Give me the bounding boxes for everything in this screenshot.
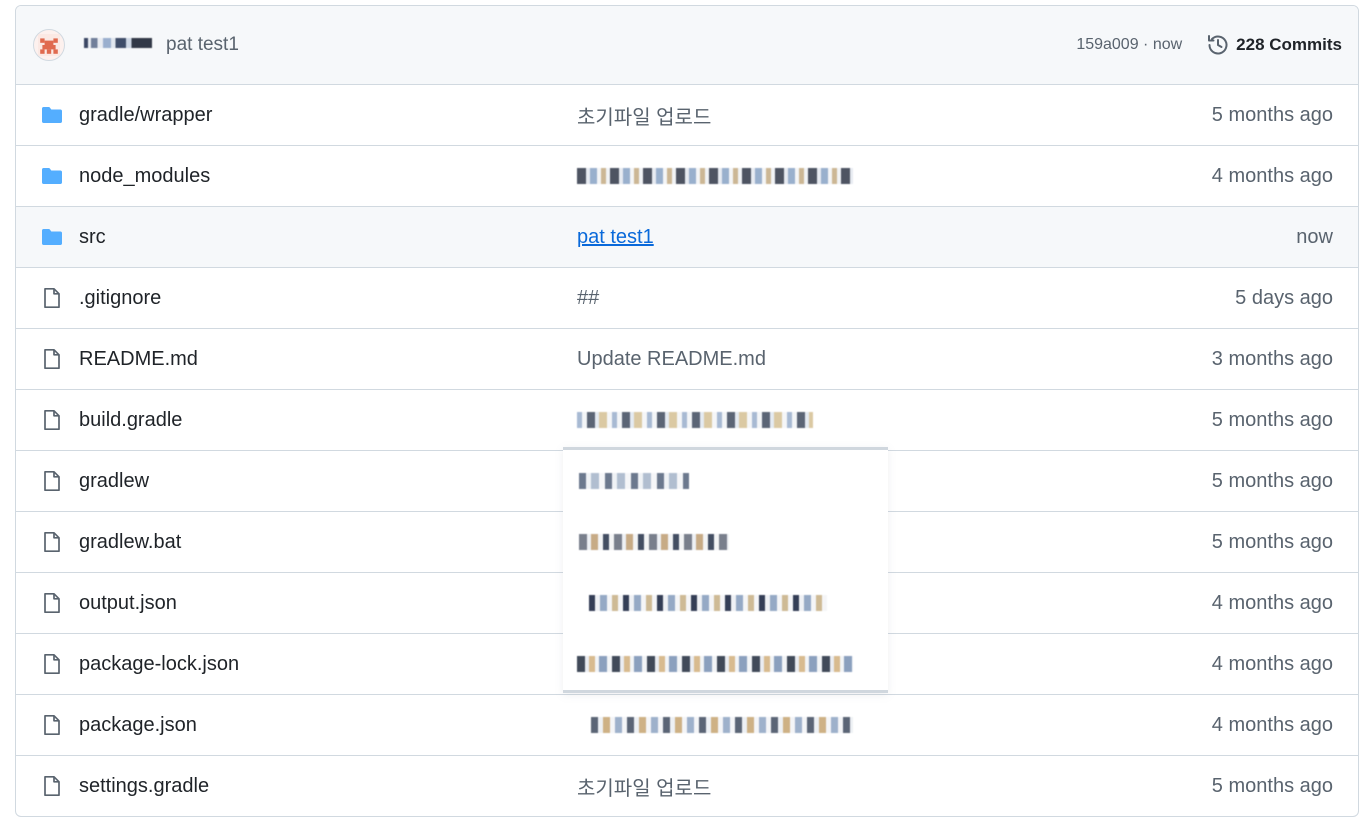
file-name[interactable]: gradle/wrapper bbox=[79, 104, 212, 127]
file-icon bbox=[44, 714, 60, 736]
table-row[interactable]: node_modules 4 months ago bbox=[16, 145, 1358, 206]
commit-message-link[interactable]: pat test1 bbox=[577, 226, 654, 249]
table-row[interactable]: build.gradle 5 months ago bbox=[16, 389, 1358, 450]
file-icon bbox=[44, 470, 60, 492]
table-row[interactable]: src pat test1 now bbox=[16, 206, 1358, 267]
file-name[interactable]: gradlew bbox=[79, 470, 149, 493]
commit-age: 3 months ago bbox=[1211, 347, 1333, 370]
file-icon bbox=[44, 775, 60, 797]
commit-message[interactable]: 초기파일 업로드 bbox=[577, 101, 711, 130]
popup-item[interactable] bbox=[563, 511, 888, 572]
commit-age: 4 months ago bbox=[1211, 164, 1333, 187]
file-name[interactable]: node_modules bbox=[79, 165, 210, 188]
commit-message[interactable]: Update README.md bbox=[577, 348, 766, 371]
file-icon bbox=[44, 348, 60, 370]
folder-icon bbox=[42, 229, 62, 245]
table-row[interactable]: .gitignore ## 5 days ago bbox=[16, 267, 1358, 328]
commit-sha-time[interactable]: 159a009 · now bbox=[1076, 36, 1182, 54]
file-name[interactable]: output.json bbox=[79, 592, 177, 615]
commit-age: 5 months ago bbox=[1211, 774, 1333, 797]
folder-icon bbox=[42, 168, 62, 184]
file-name[interactable]: settings.gradle bbox=[79, 775, 209, 798]
file-icon bbox=[44, 287, 60, 309]
commit-author-redacted[interactable] bbox=[84, 38, 152, 48]
avatar[interactable] bbox=[33, 29, 65, 61]
file-name[interactable]: package.json bbox=[79, 714, 197, 737]
commits-count-label: 228 Commits bbox=[1236, 35, 1342, 54]
file-icon bbox=[44, 531, 60, 553]
popup-item-redacted bbox=[577, 655, 853, 672]
popup-item[interactable] bbox=[563, 450, 888, 511]
commit-age: 5 months ago bbox=[1211, 103, 1333, 126]
commit-age: 4 months ago bbox=[1211, 713, 1333, 736]
file-list-container: pat test1 159a009 · now 228 Commits grad… bbox=[15, 5, 1359, 817]
file-icon bbox=[44, 653, 60, 675]
popup-item[interactable] bbox=[563, 572, 888, 633]
commit-age: 4 months ago bbox=[1211, 591, 1333, 614]
file-name[interactable]: gradlew.bat bbox=[79, 531, 181, 554]
file-name[interactable]: README.md bbox=[79, 348, 198, 371]
file-name[interactable]: .gitignore bbox=[79, 287, 161, 310]
commit-age: 5 months ago bbox=[1211, 408, 1333, 431]
latest-commit-message[interactable]: pat test1 bbox=[166, 34, 239, 56]
popup-item[interactable] bbox=[563, 633, 888, 694]
history-icon bbox=[1208, 35, 1228, 55]
latest-commit-bar: pat test1 159a009 · now 228 Commits bbox=[16, 6, 1358, 85]
commit-message-redacted[interactable] bbox=[577, 168, 853, 184]
commit-age: 5 months ago bbox=[1211, 530, 1333, 553]
folder-icon bbox=[42, 107, 62, 123]
commit-age: 5 days ago bbox=[1235, 286, 1333, 309]
popup-item-redacted bbox=[579, 472, 689, 489]
commit-message-redacted[interactable] bbox=[591, 717, 853, 733]
commit-message[interactable]: 초기파일 업로드 bbox=[577, 772, 711, 801]
table-row[interactable]: README.md Update README.md 3 months ago bbox=[16, 328, 1358, 389]
popup-item-redacted bbox=[589, 594, 827, 611]
file-icon bbox=[44, 592, 60, 614]
commit-age: 4 months ago bbox=[1211, 652, 1333, 675]
file-icon bbox=[44, 409, 60, 431]
file-name[interactable]: src bbox=[79, 226, 106, 249]
file-name[interactable]: build.gradle bbox=[79, 409, 182, 432]
commit-age: 5 months ago bbox=[1211, 469, 1333, 492]
table-row[interactable]: package.json 4 months ago bbox=[16, 694, 1358, 755]
commit-message[interactable]: ## bbox=[577, 287, 599, 310]
commit-age: now bbox=[1296, 225, 1333, 248]
commit-message-redacted[interactable] bbox=[577, 412, 813, 428]
popup-item-redacted bbox=[579, 533, 729, 550]
file-name[interactable]: package-lock.json bbox=[79, 653, 239, 676]
commit-message-popup bbox=[563, 447, 888, 693]
commits-link[interactable]: 228 Commits bbox=[1206, 33, 1342, 57]
table-row[interactable]: settings.gradle 초기파일 업로드 5 months ago bbox=[16, 755, 1358, 816]
table-row[interactable]: gradle/wrapper 초기파일 업로드 5 months ago bbox=[16, 85, 1358, 145]
